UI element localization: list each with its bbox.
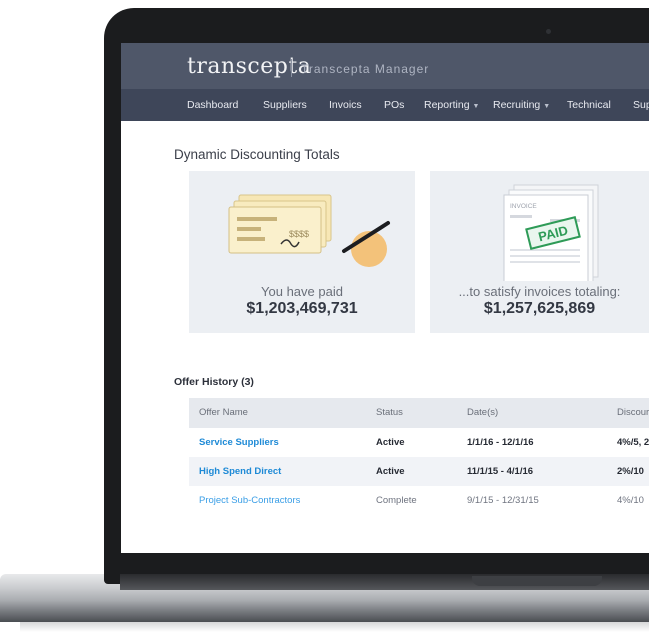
check-amount-text: $$$$ [289, 229, 309, 239]
chevron-down-icon: ▼ [472, 103, 480, 110]
offer-discount: 2%/10 [617, 466, 644, 477]
column-dates[interactable]: Date(s) [467, 398, 498, 428]
column-status[interactable]: Status [376, 398, 403, 428]
offer-name-link[interactable]: Service Suppliers [199, 428, 279, 457]
nav-recruiting[interactable]: Recruiting ▼ [493, 89, 550, 121]
table-row[interactable]: High Spend Direct Active 11/1/15 - 4/1/1… [189, 457, 649, 486]
offer-dates: 11/1/15 - 4/1/16 [467, 466, 534, 477]
offer-name-link[interactable]: Project Sub-Contractors [199, 486, 300, 515]
invoice-doc-title: INVOICE [510, 203, 537, 210]
table-row[interactable]: Service Suppliers Active 1/1/16 - 12/1/1… [189, 428, 649, 457]
offer-discount: 4%/5, 2 [617, 437, 649, 448]
nav-suppliers[interactable]: Suppliers [263, 89, 307, 121]
paid-label: You have paid [261, 284, 343, 299]
nav-support[interactable]: Sup [633, 89, 649, 121]
offer-name-link[interactable]: High Spend Direct [199, 457, 281, 486]
brand-separator [291, 59, 292, 77]
offer-status: Active [376, 466, 405, 477]
nav-technical[interactable]: Technical [567, 89, 611, 121]
transcepta-logo[interactable]: transcepta [187, 54, 311, 79]
invoices-total-card: INVOICE PAID ...to satisfy invoices tota… [430, 171, 649, 333]
offer-dates: 9/1/15 - 12/31/15 [467, 495, 539, 506]
app-screen: transcepta Transcepta Manager Dashboard … [121, 43, 649, 553]
table-row[interactable]: Project Sub-Contractors Complete 9/1/15 … [189, 486, 649, 515]
offer-status: Complete [376, 495, 417, 506]
paid-value: $1,203,469,731 [246, 300, 358, 317]
column-offer-name[interactable]: Offer Name [199, 398, 248, 428]
invoices-value: $1,257,625,869 [483, 300, 596, 317]
laptop-notch [472, 576, 602, 586]
offer-dates: 1/1/16 - 12/1/16 [467, 437, 534, 448]
app-name: Transcepta Manager [301, 62, 430, 76]
paid-invoice-icon: INVOICE PAID [503, 184, 599, 281]
nav-reporting[interactable]: Reporting ▼ [424, 89, 479, 121]
main-nav: Dashboard Suppliers Invoics POs Reportin… [121, 89, 649, 121]
nav-invoices[interactable]: Invoics [329, 89, 362, 121]
chevron-down-icon: ▼ [543, 103, 551, 110]
paid-total-card: $$$$ You have paid $1,203,469,731 [189, 171, 415, 333]
invoices-label: ...to satisfy invoices totaling: [458, 284, 621, 299]
column-discount[interactable]: Discour [617, 398, 649, 428]
offer-status: Active [376, 437, 405, 448]
page-title: Dynamic Discounting Totals [174, 147, 340, 162]
camera-icon [546, 29, 551, 34]
offer-discount: 4%/10 [617, 495, 644, 506]
offer-history-title: Offer History (3) [174, 376, 254, 388]
nav-pos[interactable]: POs [384, 89, 404, 121]
check-signing-icon: $$$$ [228, 194, 390, 267]
offer-table-header: Offer Name Status Date(s) Discour [189, 398, 649, 428]
nav-dashboard[interactable]: Dashboard [187, 89, 238, 121]
brand-bar: transcepta Transcepta Manager [121, 43, 649, 89]
